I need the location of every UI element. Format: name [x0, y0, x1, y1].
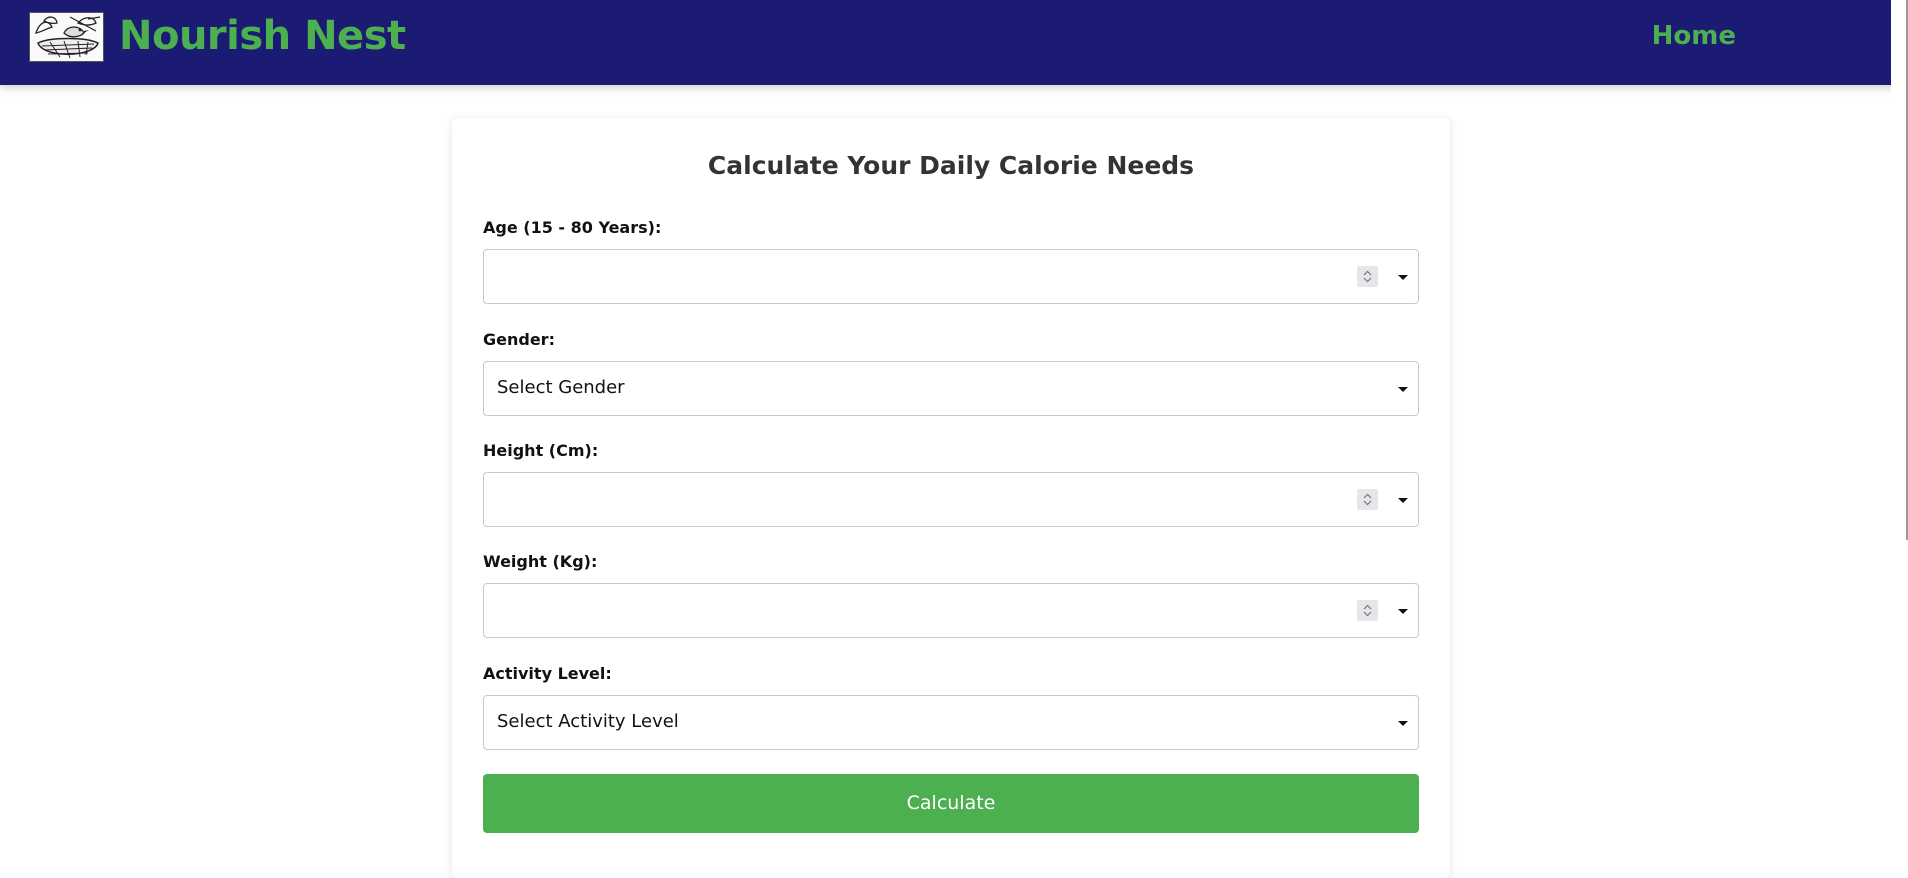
calculate-button[interactable]: Calculate	[483, 774, 1419, 833]
gender-selected-value: Select Gender	[497, 377, 625, 398]
up-down-arrows-icon	[1363, 270, 1372, 283]
bird-nest-logo-icon[interactable]	[29, 12, 104, 62]
height-label: Height (Cm):	[483, 441, 599, 460]
chevron-down-icon[interactable]	[1398, 498, 1408, 503]
gender-label: Gender:	[483, 330, 555, 349]
height-input[interactable]	[483, 472, 1419, 527]
form-title: Calculate Your Daily Calorie Needs	[707, 151, 1195, 180]
age-spinner[interactable]	[1357, 266, 1378, 287]
chevron-down-icon[interactable]	[1398, 387, 1408, 392]
activity-selected-value: Select Activity Level	[497, 711, 679, 732]
activity-label: Activity Level:	[483, 664, 612, 683]
vertical-scrollbar[interactable]	[1891, 0, 1908, 850]
age-input[interactable]	[483, 249, 1419, 304]
weight-spinner[interactable]	[1357, 600, 1378, 621]
top-navbar: Nourish Nest Home	[0, 0, 1908, 85]
brand-title[interactable]: Nourish Nest	[119, 10, 406, 62]
chevron-down-icon[interactable]	[1398, 721, 1408, 726]
height-spinner[interactable]	[1357, 489, 1378, 510]
weight-input[interactable]	[483, 583, 1419, 638]
gender-select[interactable]: Select Gender	[483, 361, 1419, 416]
up-down-arrows-icon	[1363, 604, 1372, 617]
weight-label: Weight (Kg):	[483, 552, 598, 571]
chevron-down-icon[interactable]	[1398, 609, 1408, 614]
nav-home-link[interactable]: Home	[1652, 21, 1736, 51]
activity-level-select[interactable]: Select Activity Level	[483, 695, 1419, 750]
up-down-arrows-icon	[1363, 493, 1372, 506]
age-label: Age (15 - 80 Years):	[483, 218, 662, 237]
calorie-form-card: Calculate Your Daily Calorie Needs Age (…	[452, 118, 1450, 878]
chevron-down-icon[interactable]	[1398, 275, 1408, 280]
